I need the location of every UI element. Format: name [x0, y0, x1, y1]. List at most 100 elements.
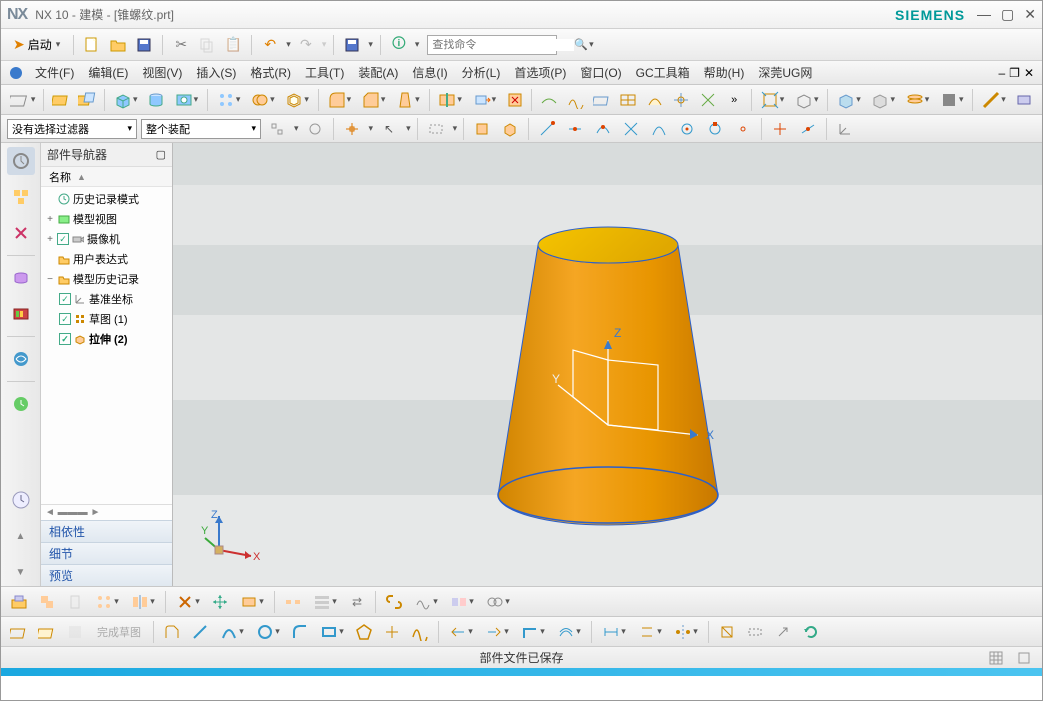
measure-icon[interactable]: ▾ — [978, 88, 1009, 112]
chamfer-icon[interactable]: ▾ — [358, 88, 389, 112]
graphics-viewport[interactable]: X Y Z X Z Y — [173, 143, 1042, 586]
snap-intersect-icon[interactable] — [619, 117, 643, 141]
save-dropdown-icon[interactable] — [341, 34, 363, 56]
menu-edit[interactable]: 编辑(E) — [82, 62, 134, 83]
section-preview[interactable]: 预览 — [41, 564, 172, 586]
reattach-icon[interactable] — [771, 620, 795, 644]
quick-trim-icon[interactable]: ▾ — [445, 620, 477, 644]
rail-ie-icon[interactable] — [7, 345, 35, 373]
fit-view-icon[interactable]: ▾ — [757, 88, 788, 112]
asm-pattern-icon[interactable]: ▾ — [91, 590, 123, 614]
point-icon[interactable] — [380, 620, 404, 644]
app-menu-icon[interactable] — [5, 62, 27, 84]
profile-icon[interactable] — [160, 620, 184, 644]
section-dependencies[interactable]: 相依性 — [41, 520, 172, 542]
surface-6-icon[interactable] — [670, 88, 693, 112]
nav-column-header[interactable]: 名称▲ — [41, 167, 172, 187]
layer-icon[interactable]: ▾ — [902, 88, 933, 112]
start-menu-button[interactable]: ➤ 启动 ▾ — [7, 34, 66, 55]
sketch-direct-icon[interactable] — [35, 620, 59, 644]
copy-icon[interactable] — [196, 34, 218, 56]
sel-tool-1-icon[interactable] — [265, 117, 289, 141]
quick-extend-icon[interactable]: ▾ — [481, 620, 513, 644]
orient-view-icon[interactable]: ▾ — [791, 88, 822, 112]
revolve-icon[interactable] — [144, 88, 167, 112]
surface-5-icon[interactable] — [643, 88, 666, 112]
menu-prefs[interactable]: 首选项(P) — [508, 62, 572, 83]
menu-info[interactable]: 信息(I) — [406, 62, 453, 83]
paste-icon[interactable]: 📋 — [222, 34, 244, 56]
update-model-icon[interactable] — [799, 620, 823, 644]
arc-icon[interactable]: ▾ — [216, 620, 248, 644]
snap-center-icon[interactable] — [675, 117, 699, 141]
convert-ref-icon[interactable] — [743, 620, 767, 644]
rail-hd3d-icon[interactable] — [7, 300, 35, 328]
surface-3-icon[interactable] — [590, 88, 613, 112]
sel-tool-2-icon[interactable] — [303, 117, 327, 141]
command-search[interactable]: 🔍 ▾ — [427, 35, 557, 55]
rail-navigator-icon[interactable] — [7, 147, 35, 175]
asm-wave-icon[interactable]: ▾ — [410, 590, 442, 614]
menu-assembly[interactable]: 装配(A) — [352, 62, 404, 83]
rail-history-icon[interactable] — [7, 390, 35, 418]
tree-model-history[interactable]: −模型历史记录 — [41, 269, 172, 289]
asm-explode-icon[interactable] — [281, 590, 305, 614]
wcs-icon[interactable] — [833, 117, 857, 141]
snap-arc-icon[interactable] — [647, 117, 671, 141]
show-constraints-icon[interactable] — [715, 620, 739, 644]
corner-icon[interactable]: ▾ — [517, 620, 549, 644]
rail-constraint-icon[interactable] — [7, 219, 35, 247]
tree-datum-csys[interactable]: ✓基准坐标 — [41, 289, 172, 309]
mdi-minimize-icon[interactable]: – — [998, 66, 1005, 80]
datum-plane-icon[interactable] — [49, 88, 72, 112]
edge-blend-icon[interactable]: ▾ — [324, 88, 355, 112]
tree-cameras[interactable]: +✓摄像机 — [41, 229, 172, 249]
pin-icon[interactable]: ▢ — [156, 148, 166, 161]
asm-link-icon[interactable] — [382, 590, 406, 614]
close-button[interactable]: ✕ — [1024, 6, 1036, 23]
snap-ctrl-icon[interactable] — [591, 117, 615, 141]
show-hide-icon[interactable]: ▾ — [868, 88, 899, 112]
draft-icon[interactable]: ▾ — [392, 88, 423, 112]
sketch-icon[interactable]: ▾ — [7, 88, 38, 112]
snap-exist-icon[interactable] — [731, 117, 755, 141]
status-grid-icon[interactable] — [984, 646, 1008, 670]
save-icon[interactable] — [133, 34, 155, 56]
open-file-icon[interactable] — [107, 34, 129, 56]
move-face-icon[interactable]: ▾ — [469, 88, 500, 112]
menu-szugw[interactable]: 深莞UG网 — [752, 62, 818, 83]
rail-clock-icon[interactable] — [7, 486, 35, 514]
assembly-combo[interactable]: 整个装配▾ — [141, 119, 261, 139]
snap-end-icon[interactable] — [535, 117, 559, 141]
delete-face-icon[interactable] — [503, 88, 526, 112]
asm-new-icon[interactable] — [63, 590, 87, 614]
filter-combo[interactable]: 没有选择过滤器▾ — [7, 119, 137, 139]
menu-insert[interactable]: 插入(S) — [190, 62, 242, 83]
asm-move-icon[interactable] — [208, 590, 232, 614]
geo-constraint-icon[interactable]: ▾ — [634, 620, 666, 644]
asm-show-icon[interactable]: ▾ — [236, 590, 268, 614]
sketch-in-task-icon[interactable] — [7, 620, 31, 644]
cut-icon[interactable]: ✂ — [170, 34, 192, 56]
offset-curve-icon[interactable]: ▾ — [553, 620, 585, 644]
snap-mid-icon[interactable] — [563, 117, 587, 141]
line-icon[interactable] — [188, 620, 212, 644]
tree-sketch-1[interactable]: ✓草图 (1) — [41, 309, 172, 329]
mdi-restore-icon[interactable]: ❐ — [1009, 66, 1020, 80]
menu-view[interactable]: 视图(V) — [136, 62, 188, 83]
rail-reuse-icon[interactable] — [7, 264, 35, 292]
view-triad[interactable]: X Z Y — [201, 508, 261, 568]
asm-constraint-icon[interactable]: ▾ — [172, 590, 204, 614]
asm-replace-icon[interactable]: ⇄ — [345, 590, 369, 614]
mdi-close-icon[interactable]: ✕ — [1024, 66, 1034, 80]
surface-2-icon[interactable] — [564, 88, 587, 112]
tree-hscroll[interactable]: ◄ ▬▬▬ ► — [41, 504, 172, 520]
asm-open-icon[interactable] — [7, 590, 31, 614]
asm-arrangement-icon[interactable]: ▾ — [482, 590, 514, 614]
properties-icon[interactable]: 🛈 — [388, 34, 410, 56]
shell-icon[interactable]: ▾ — [282, 88, 313, 112]
fillet-sk-icon[interactable] — [288, 620, 312, 644]
finish-sketch-flag-icon[interactable] — [63, 620, 87, 644]
surface-4-icon[interactable] — [617, 88, 640, 112]
make-symmetric-icon[interactable]: ▾ — [670, 620, 702, 644]
